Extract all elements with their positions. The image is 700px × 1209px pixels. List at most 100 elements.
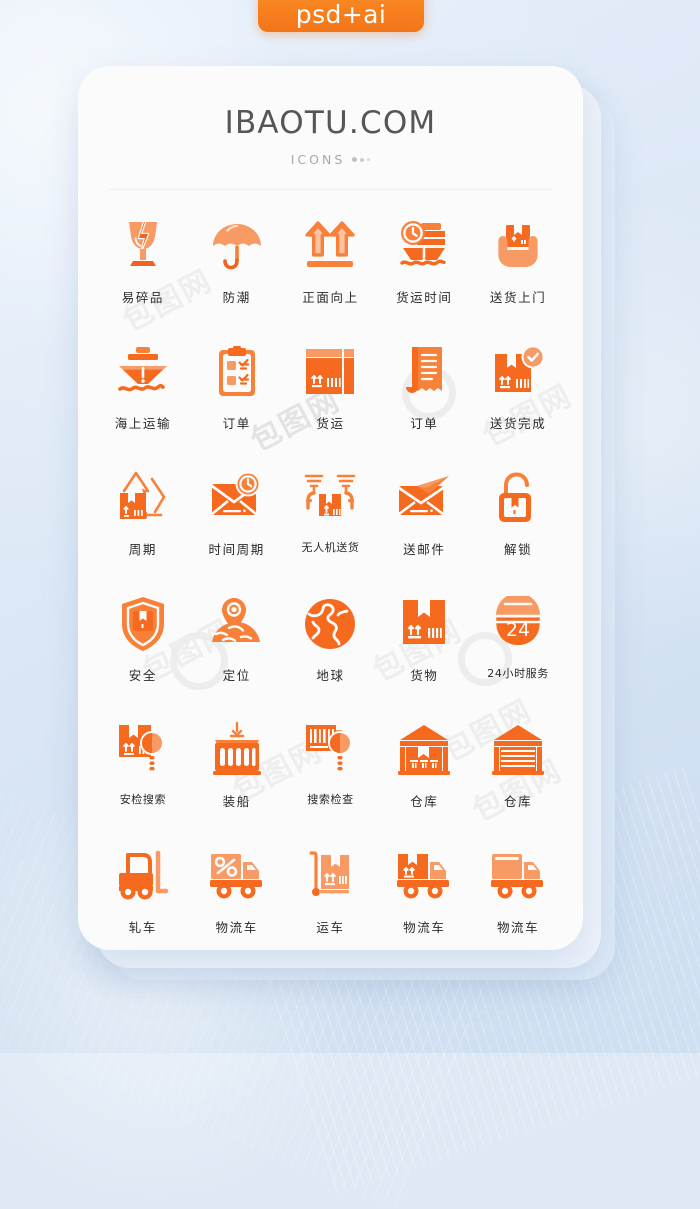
cardboard-box-icon[interactable]	[301, 340, 359, 404]
icon-cell[interactable]: 搜索检查	[284, 718, 378, 828]
icon-label: 防潮	[222, 290, 251, 305]
icon-cell[interactable]: 订单	[377, 340, 471, 450]
icon-cell[interactable]: 货物	[377, 592, 471, 702]
icon-label: 安全	[128, 668, 157, 683]
box-magnifier-icon[interactable]	[115, 718, 171, 782]
globe-icon[interactable]	[303, 592, 357, 656]
icon-grid: 易碎品 防潮 正面向上 货运时间 送货上门 海上运输 订单 货运 订单 送货完成…	[78, 214, 583, 950]
icon-cell[interactable]: 送邮件	[377, 466, 471, 576]
icon-cell[interactable]: 货运时间	[377, 214, 471, 324]
box-checkmark-icon[interactable]	[489, 340, 547, 404]
icon-cell[interactable]: 正面向上	[284, 214, 378, 324]
card-header: IBAOTU.COM ICONS	[78, 66, 583, 190]
icon-set-card: 包图网 包图网 包图网 包图网 包图网 包图网 包图网 包图网 IBAOTU.C…	[78, 66, 583, 950]
receipt-icon[interactable]	[398, 340, 450, 404]
cargo-ship-icon[interactable]	[114, 340, 172, 404]
icon-label: 周期	[128, 542, 157, 557]
icon-label: 运车	[316, 920, 345, 935]
icon-cell[interactable]: 轧车	[96, 844, 190, 950]
send-mail-icon[interactable]	[395, 466, 453, 530]
parcel-box-icon[interactable]	[397, 592, 451, 656]
icon-cell[interactable]: 送货上门	[471, 214, 565, 324]
icon-label: 装船	[222, 794, 251, 809]
icon-cell[interactable]: 解锁	[471, 466, 565, 576]
icon-label: 轧车	[128, 920, 157, 935]
shield-box-icon[interactable]	[117, 592, 169, 656]
icon-label: 订单	[222, 416, 251, 431]
hand-trolley-icon[interactable]	[302, 844, 358, 908]
icon-cell[interactable]: 货运	[284, 340, 378, 450]
clipboard-checklist-icon[interactable]	[211, 340, 263, 404]
icon-label: 解锁	[503, 542, 533, 557]
delivery-truck-box-icon[interactable]	[394, 844, 454, 908]
icon-cell[interactable]: 仓库	[377, 718, 471, 828]
icon-cell[interactable]: 物流车	[471, 844, 565, 950]
icon-label: 时间周期	[208, 542, 265, 557]
icon-cell[interactable]: 地球	[284, 592, 378, 702]
icon-cell[interactable]: 装船	[190, 718, 284, 828]
icon-cell[interactable]: 易碎品	[96, 214, 190, 324]
warehouse-boxes-icon[interactable]	[396, 718, 452, 782]
icon-label: 正面向上	[302, 290, 359, 305]
icon-label: 物流车	[496, 920, 540, 935]
icon-label: 送货上门	[489, 290, 547, 305]
icon-label: 搜索检查	[307, 793, 354, 806]
icon-label: 海上运输	[114, 416, 172, 431]
subtitle-row: ICONS	[78, 152, 583, 167]
page-title: IBAOTU.COM	[224, 105, 437, 141]
icon-label: 物流车	[403, 920, 446, 935]
icon-label: 24小时服务	[487, 667, 549, 680]
location-pin-globe-icon[interactable]	[209, 592, 265, 656]
icon-cell[interactable]: 仓库	[471, 718, 565, 828]
24h-service-icon[interactable]: 24	[490, 592, 546, 656]
hands-holding-box-icon[interactable]	[489, 214, 547, 278]
icon-label: 安检搜索	[119, 793, 167, 806]
icon-cell[interactable]: 订单	[190, 340, 284, 450]
svg-text:24: 24	[506, 619, 530, 641]
delivery-truck-percent-icon[interactable]	[207, 844, 267, 908]
fragile-glass-icon[interactable]	[117, 214, 169, 278]
icon-label: 仓库	[503, 794, 533, 809]
icon-cell[interactable]: 防潮	[190, 214, 284, 324]
container-crane-icon[interactable]	[209, 718, 265, 782]
icon-cell[interactable]: 运车	[284, 844, 378, 950]
icon-label: 地球	[316, 668, 345, 683]
subtitle: ICONS	[290, 152, 346, 167]
icon-cell[interactable]: 无人机送货	[284, 466, 378, 576]
dots-icon	[352, 157, 371, 162]
icon-cell[interactable]: 物流车	[377, 844, 471, 950]
icon-cell[interactable]: 送货完成	[471, 340, 565, 450]
icon-cell[interactable]: 周期	[96, 466, 190, 576]
format-badge: psd+ai	[258, 0, 424, 32]
header-divider	[108, 189, 553, 190]
icon-label: 送货完成	[489, 416, 547, 431]
icon-label: 货运	[316, 416, 345, 431]
this-side-up-arrows-icon[interactable]	[302, 214, 358, 278]
icon-label: 货运时间	[396, 290, 453, 305]
umbrella-icon[interactable]	[209, 214, 265, 278]
icon-cell[interactable]: 24 24小时服务	[471, 592, 565, 702]
icon-label: 仓库	[410, 794, 439, 809]
unlock-box-icon[interactable]	[493, 466, 543, 530]
drone-delivery-icon[interactable]	[301, 466, 359, 530]
barcode-magnifier-icon[interactable]	[302, 718, 358, 782]
icon-label: 定位	[222, 668, 251, 683]
icon-cell[interactable]: 安检搜索	[96, 718, 190, 828]
envelope-clock-icon[interactable]	[208, 466, 266, 530]
icon-cell[interactable]: 定位	[190, 592, 284, 702]
icon-label: 货物	[410, 668, 439, 683]
icon-label: 订单	[410, 416, 439, 431]
icon-label: 送邮件	[403, 542, 446, 557]
icon-label: 物流车	[215, 920, 258, 935]
icon-label: 易碎品	[121, 290, 165, 305]
warehouse-shutter-icon[interactable]	[490, 718, 546, 782]
ship-clock-icon[interactable]	[395, 214, 453, 278]
recycle-box-icon[interactable]	[115, 466, 171, 530]
icon-cell[interactable]: 物流车	[190, 844, 284, 950]
forklift-icon[interactable]	[114, 844, 172, 908]
icon-cell[interactable]: 时间周期	[190, 466, 284, 576]
delivery-truck-plain-icon[interactable]	[488, 844, 548, 908]
icon-cell[interactable]: 海上运输	[96, 340, 190, 450]
icon-label: 无人机送货	[301, 541, 360, 554]
icon-cell[interactable]: 安全	[96, 592, 190, 702]
